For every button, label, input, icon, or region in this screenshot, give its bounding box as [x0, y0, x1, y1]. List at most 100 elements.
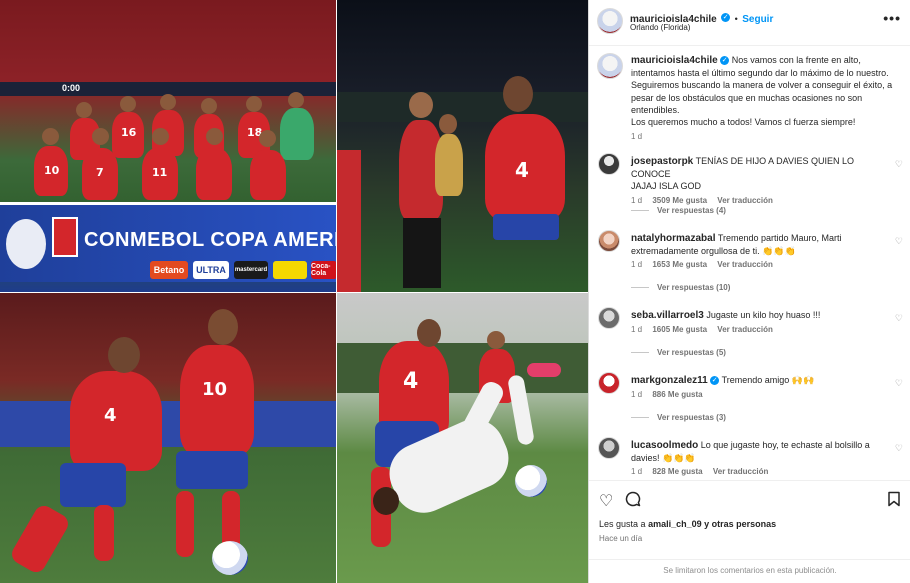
- player: [196, 148, 232, 200]
- caption: mauricioisla4chile ✓ Nos vamos con la fr…: [631, 54, 901, 141]
- comment-likes[interactable]: 828 Me gusta: [652, 467, 702, 476]
- player-isla: 4: [485, 114, 565, 220]
- shorts: [60, 463, 126, 507]
- comments-list[interactable]: mauricioisla4chile ✓ Nos vamos con la fr…: [589, 47, 910, 479]
- player-head: [108, 337, 140, 373]
- chile-flag: [52, 217, 78, 257]
- view-replies-button[interactable]: Ver respuestas (4): [631, 206, 726, 215]
- caption-line: Nos vamos con la frente en alto,: [731, 55, 861, 65]
- comment-time: 1 d: [631, 195, 643, 205]
- replies-line: [631, 210, 649, 212]
- comment: seba.villarroel3 Jugaste un kilo hoy hua…: [631, 309, 889, 334]
- comment-username[interactable]: natalyhormazabal: [631, 233, 715, 244]
- bookmark-icon-glyph: [888, 491, 900, 507]
- comment-text: Tremendo partido Mauro, Marti: [717, 233, 842, 243]
- location-link[interactable]: Orlando (Florida): [630, 23, 690, 32]
- comment-username[interactable]: lucasoolmedo: [631, 440, 698, 451]
- comment-username[interactable]: josepastorpk: [631, 156, 693, 167]
- player: 16: [112, 112, 144, 158]
- sponsor-yellow: [273, 261, 307, 279]
- comment-heart-icon[interactable]: ♡: [895, 159, 903, 170]
- likes-user[interactable]: amali_ch_09: [648, 519, 702, 529]
- comment-heart-icon[interactable]: ♡: [895, 443, 903, 454]
- comment-heart-icon[interactable]: ♡: [895, 313, 903, 324]
- dot-separator: •: [734, 14, 738, 24]
- player-head: [160, 94, 176, 110]
- caption-avatar[interactable]: [597, 53, 623, 79]
- comment-heart-icon[interactable]: ♡: [895, 236, 903, 247]
- translate-link[interactable]: Ver traducción: [717, 325, 773, 334]
- player-head: [417, 319, 441, 347]
- comment-likes[interactable]: 1605 Me gusta: [652, 325, 707, 334]
- player-isla: 4: [70, 371, 162, 471]
- team-photo: 0:00 16 18 10 7 11 CONMEBOL COPA AMER Be…: [0, 0, 336, 292]
- comment-likes[interactable]: 886 Me gusta: [652, 390, 702, 399]
- shorts: [176, 451, 248, 489]
- commenter-avatar[interactable]: [598, 307, 620, 329]
- comment-username[interactable]: markgonzalez11: [631, 375, 708, 386]
- walking-off-photo: 4: [337, 0, 588, 292]
- view-replies-button[interactable]: Ver respuestas (10): [631, 283, 730, 292]
- comments-limited-notice: Se limitaron los comentarios en esta pub…: [589, 559, 910, 583]
- staff-legs: [403, 218, 441, 288]
- comment-icon-glyph: [625, 491, 641, 507]
- player-head: [152, 128, 169, 145]
- sock: [8, 502, 72, 576]
- post-panel: mauricioisla4chile ✓ • Seguir Orlando (F…: [588, 0, 910, 583]
- commenter-avatar[interactable]: [598, 230, 620, 252]
- player-head: [206, 128, 223, 145]
- comment: lucasoolmedo Lo que jugaste hoy, te echa…: [631, 439, 889, 476]
- view-replies-button[interactable]: Ver respuestas (3): [631, 413, 726, 422]
- player-head: [120, 96, 136, 112]
- commenter-avatar[interactable]: [598, 437, 620, 459]
- player-head: [92, 128, 109, 145]
- player-head: [288, 92, 304, 108]
- likes-summary[interactable]: Les gusta a amali_ch_09 y otras personas: [599, 519, 776, 529]
- boot: [527, 363, 561, 377]
- comment-text: extremadamente orgullosa de ti. 👏👏👏: [631, 246, 796, 257]
- more-options-icon[interactable]: •••: [883, 10, 901, 26]
- caption-line: pesar de los obstáculos que en muchas oc…: [631, 92, 863, 103]
- photo-grid[interactable]: 0:00 16 18 10 7 11 CONMEBOL COPA AMER Be…: [0, 0, 588, 583]
- copa-america-banner: CONMEBOL COPA AMERICA Betano ULTRA maste…: [0, 202, 336, 282]
- player-edge: [337, 150, 361, 292]
- sponsor-betano: Betano: [150, 261, 188, 279]
- comment-likes[interactable]: 1653 Me gusta: [652, 260, 707, 269]
- post-header: mauricioisla4chile ✓ • Seguir Orlando (F…: [589, 0, 910, 46]
- verified-badge-icon: ✓: [710, 376, 720, 386]
- comment-likes[interactable]: 3509 Me gusta: [652, 196, 707, 205]
- sponsor-ultra: ULTRA: [193, 261, 229, 279]
- comment-text: JAJAJ ISLA GOD: [631, 181, 702, 192]
- commenter-avatar[interactable]: [598, 153, 620, 175]
- view-replies-button[interactable]: Ver respuestas (5): [631, 348, 726, 357]
- sponsor-mastercard: mastercard: [234, 261, 268, 279]
- heart-icon[interactable]: ♡: [599, 491, 613, 511]
- caption-username[interactable]: mauricioisla4chile: [631, 55, 718, 66]
- opponent-head: [373, 487, 399, 515]
- comment-icon[interactable]: [625, 491, 641, 512]
- translate-link[interactable]: Ver traducción: [717, 260, 773, 269]
- scoreboard-time: 0:00: [62, 83, 81, 93]
- translate-link[interactable]: Ver traducción: [717, 196, 773, 205]
- comment: josepastorpk TENÍAS DE HIJO A DAVIES QUI…: [631, 155, 889, 205]
- player: [250, 150, 286, 200]
- translate-link[interactable]: Ver traducción: [713, 467, 769, 476]
- comment: markgonzalez11 ✓ Tremendo amigo 🙌🙌 1 d 8…: [631, 374, 889, 399]
- likes-suffix[interactable]: y otras personas: [704, 519, 776, 529]
- player-head: [487, 331, 505, 349]
- stadium-stands: [337, 92, 588, 122]
- commenter-avatar[interactable]: [598, 372, 620, 394]
- comment-time: 1 d: [631, 325, 643, 335]
- comment-heart-icon[interactable]: ♡: [895, 378, 903, 389]
- bookmark-icon[interactable]: [887, 491, 901, 512]
- comment-text: Lo que jugaste hoy, te echaste al bolsil…: [700, 440, 870, 450]
- posted-time: Hace un día: [599, 534, 643, 543]
- comment-username[interactable]: seba.villarroel3: [631, 310, 704, 321]
- follow-button[interactable]: Seguir: [742, 14, 773, 25]
- author-avatar[interactable]: [597, 8, 623, 34]
- player: 7: [82, 148, 118, 200]
- caption-line: entendibles.: [631, 104, 680, 115]
- sponsor-cocacola: Coca-Cola: [311, 261, 336, 279]
- comment-text: Tremendo amigo 🙌🙌: [721, 375, 815, 385]
- player-sanchez: 10: [180, 345, 254, 455]
